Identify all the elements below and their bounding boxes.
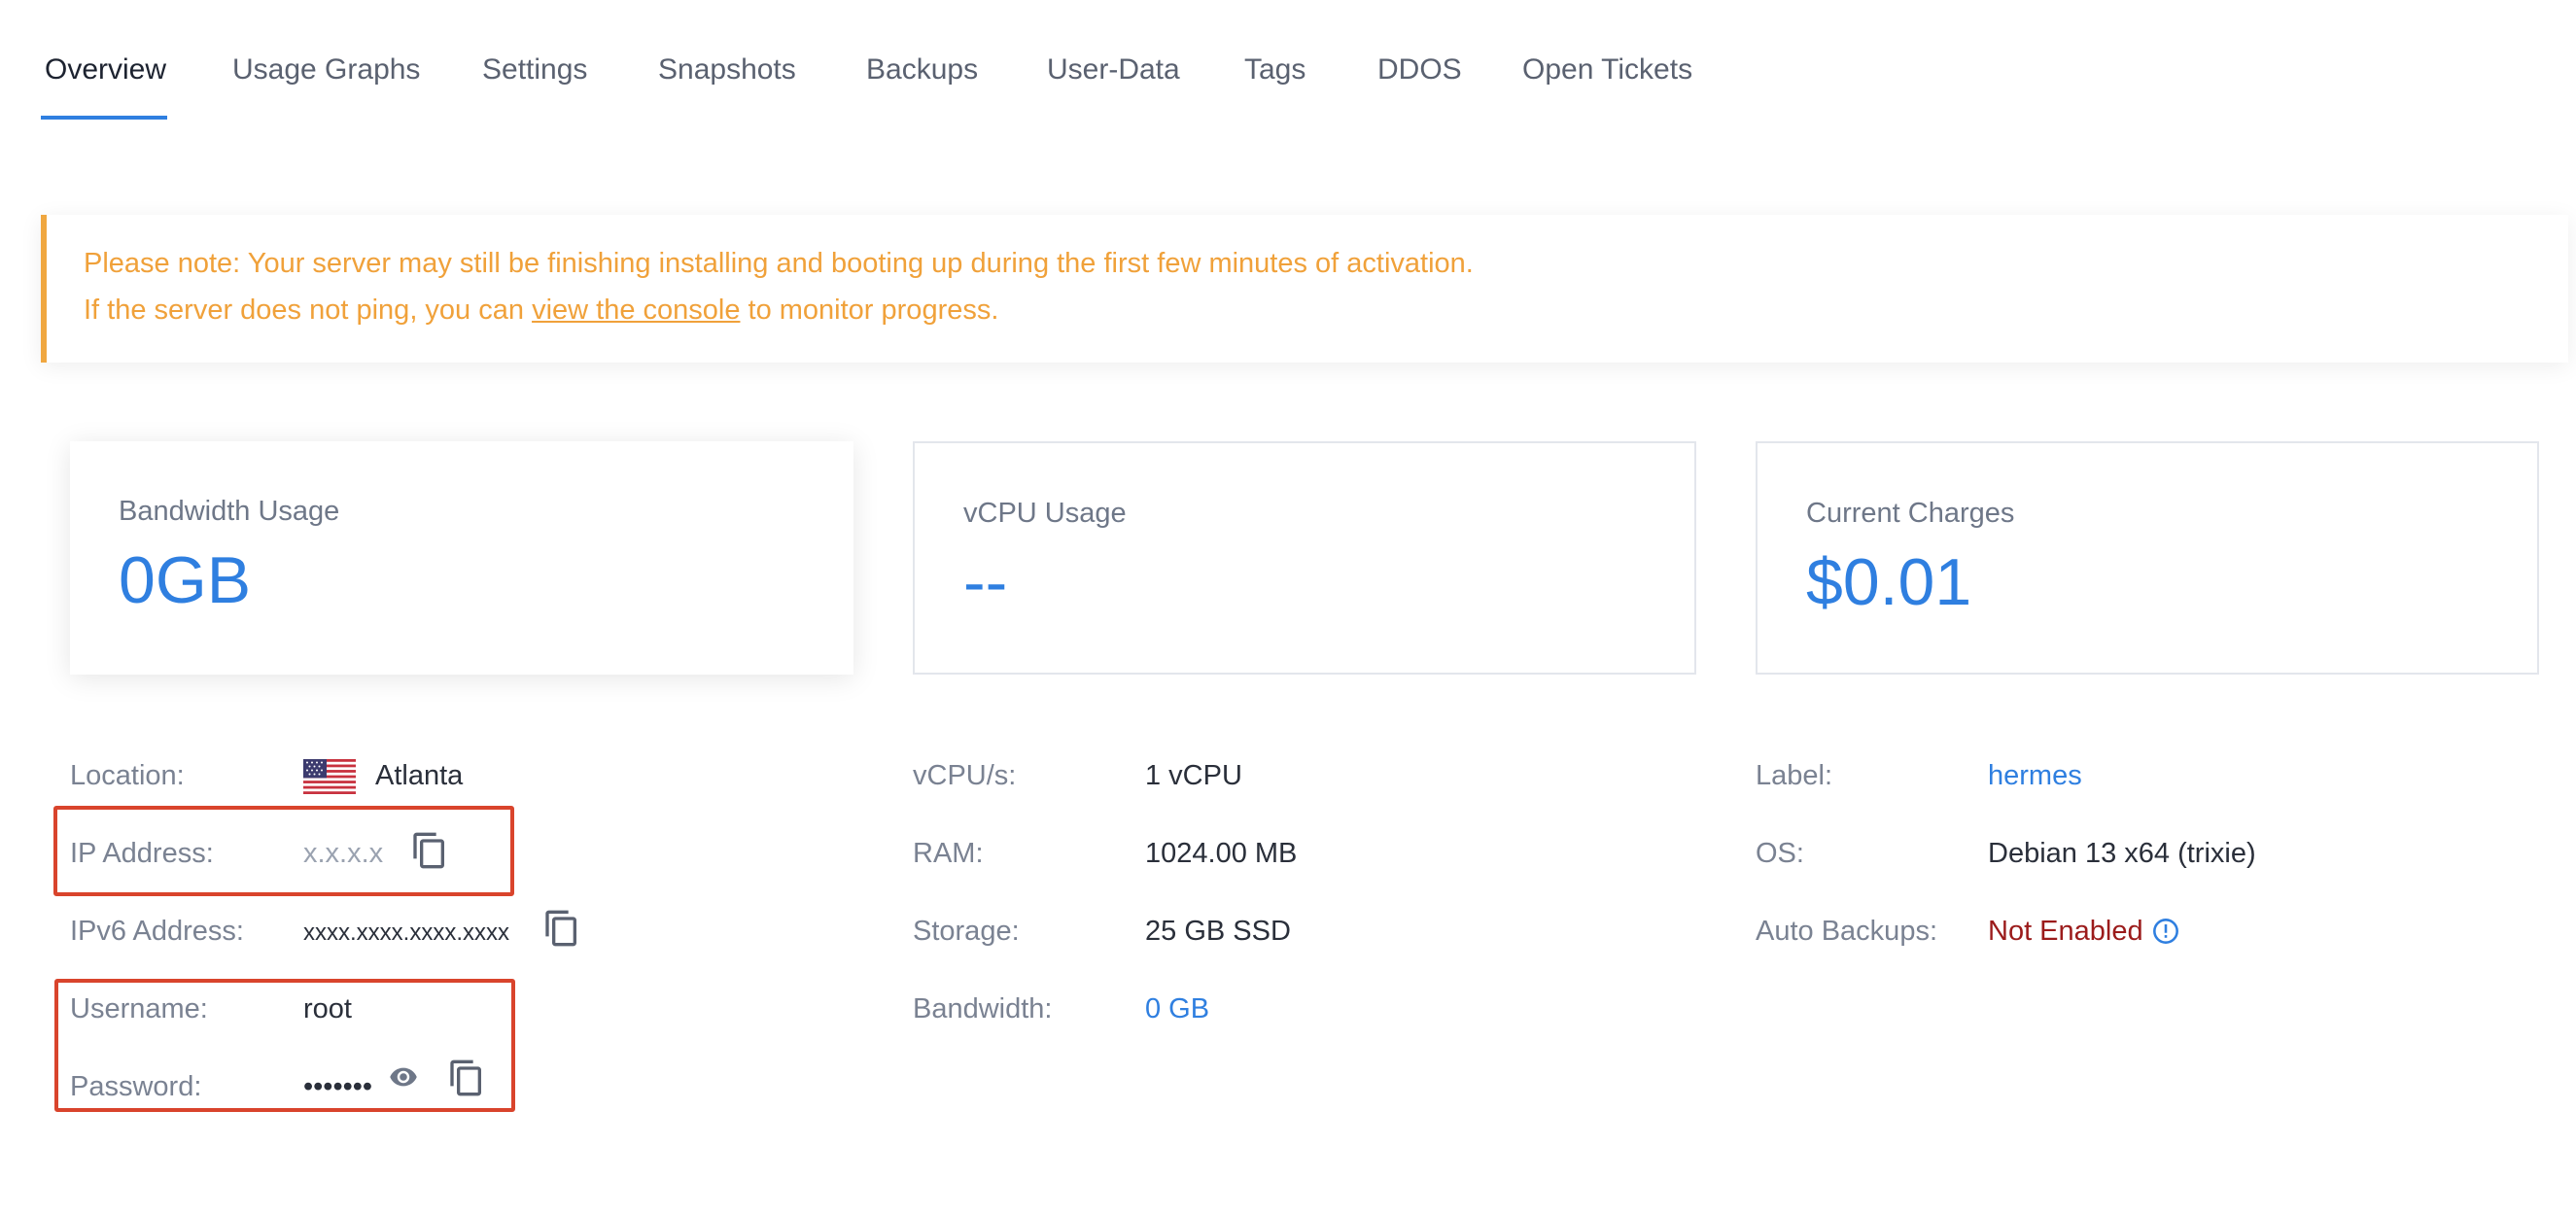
vcpu-label: vCPU/s: (913, 760, 1017, 791)
bandwidth-label: Bandwidth: (913, 993, 1053, 1024)
copy-icon[interactable] (542, 908, 581, 949)
username-label: Username: (70, 993, 208, 1024)
tab-open-tickets[interactable]: Open Tickets (1522, 53, 1692, 87)
os-value: Debian 13 x64 (trixie) (1988, 838, 2256, 869)
vcpu-usage-card: vCPU Usage -- (913, 441, 1696, 675)
tab-tags[interactable]: Tags (1244, 53, 1305, 87)
location-label: Location: (70, 760, 185, 791)
tab-user-data[interactable]: User-Data (1047, 53, 1180, 87)
tab-snapshots[interactable]: Snapshots (658, 53, 796, 87)
tab-overview[interactable]: Overview (45, 53, 166, 87)
current-charges-value: $0.01 (1806, 545, 1972, 619)
ip-address-value: x.x.x.x (303, 838, 384, 869)
install-notice: Please note: Your server may still be fi… (41, 215, 2568, 363)
ipv6-address-label: IPv6 Address: (70, 916, 244, 947)
view-console-link[interactable]: view the console (532, 295, 740, 326)
current-charges-card: Current Charges $0.01 (1756, 441, 2539, 675)
tab-backups[interactable]: Backups (866, 53, 978, 87)
eye-icon[interactable] (385, 1062, 422, 1092)
notice-text-after: to monitor progress. (740, 295, 999, 326)
tab-bar: Overview Usage Graphs Settings Snapshots… (0, 0, 2576, 121)
ram-value: 1024.00 MB (1145, 838, 1298, 869)
notice-line-2: If the server does not ping, you can vie… (84, 295, 998, 327)
ipv6-address-value: xxxx.xxxx.xxxx.xxxx (303, 920, 510, 946)
bandwidth-value-link[interactable]: 0 GB (1145, 993, 1209, 1025)
password-value: ••••••• (303, 1071, 373, 1102)
ram-label: RAM: (913, 838, 984, 869)
info-icon[interactable] (2152, 918, 2179, 945)
auto-backups-label: Auto Backups: (1756, 916, 1937, 947)
server-label-link[interactable]: hermes (1988, 760, 2082, 792)
server-label-label: Label: (1756, 760, 1833, 791)
active-tab-indicator (41, 116, 167, 120)
password-label: Password: (70, 1071, 202, 1102)
os-label: OS: (1756, 838, 1804, 869)
storage-value: 25 GB SSD (1145, 916, 1291, 947)
bandwidth-usage-value: 0GB (119, 543, 252, 617)
tab-usage-graphs[interactable]: Usage Graphs (232, 53, 420, 87)
bandwidth-usage-title: Bandwidth Usage (119, 496, 340, 527)
bandwidth-usage-card: Bandwidth Usage 0GB (70, 441, 853, 675)
current-charges-title: Current Charges (1806, 498, 2015, 529)
vcpu-value: 1 vCPU (1145, 760, 1242, 791)
us-flag-icon (303, 759, 356, 794)
tab-ddos[interactable]: DDOS (1377, 53, 1462, 87)
copy-icon[interactable] (410, 830, 449, 871)
notice-text-before: If the server does not ping, you can (84, 295, 533, 326)
ip-address-label: IP Address: (70, 838, 214, 869)
notice-line-1: Please note: Your server may still be fi… (84, 248, 1474, 279)
username-value: root (303, 993, 352, 1024)
copy-icon[interactable] (447, 1058, 486, 1098)
storage-label: Storage: (913, 916, 1020, 947)
vcpu-usage-value: -- (963, 545, 1008, 619)
location-value: Atlanta (375, 760, 464, 791)
vcpu-usage-title: vCPU Usage (963, 498, 1127, 529)
auto-backups-value: Not Enabled (1988, 916, 2143, 947)
tab-settings[interactable]: Settings (482, 53, 587, 87)
